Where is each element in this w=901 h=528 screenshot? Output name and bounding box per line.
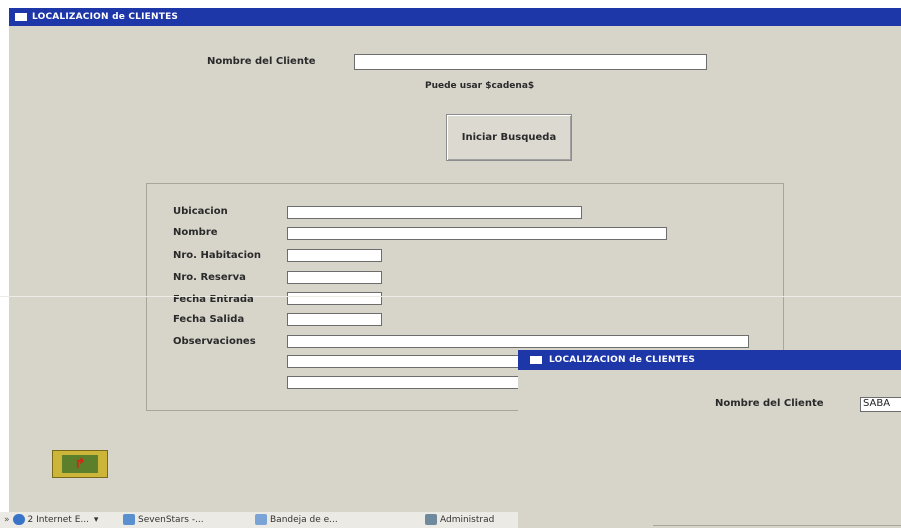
- client-name-input[interactable]: [354, 54, 707, 70]
- observaciones-label: Observaciones: [173, 336, 256, 347]
- observaciones-line-1[interactable]: [287, 335, 749, 348]
- ubicacion-field[interactable]: [287, 206, 582, 219]
- nro-reserva-label: Nro. Reserva: [173, 272, 246, 283]
- overlay-client-name-input[interactable]: SABA: [860, 397, 901, 412]
- taskbar-item-internet-explorer[interactable]: » 2 Internet E... ▾: [4, 513, 98, 527]
- overlay-titlebar: LOCALIZACION de CLIENTES: [518, 350, 901, 370]
- nro-reserva-field[interactable]: [287, 271, 382, 284]
- divider-line: [0, 296, 901, 297]
- search-hint: Puede usar $cadena$: [425, 81, 535, 91]
- nombre-field[interactable]: [287, 227, 667, 240]
- nro-habitacion-field[interactable]: [287, 249, 382, 262]
- overlay-window: LOCALIZACION de CLIENTES Nombre del Clie…: [518, 350, 901, 528]
- admin-icon: [425, 514, 437, 525]
- taskbar-item-sevenstars[interactable]: SevenStars -...: [123, 513, 204, 527]
- main-titlebar: LOCALIZACION de CLIENTES: [9, 8, 901, 26]
- fecha-salida-label: Fecha Salida: [173, 314, 245, 325]
- taskbar: » 2 Internet E... ▾ SevenStars -... Bande…: [0, 512, 518, 528]
- exit-button[interactable]: ↱: [52, 450, 108, 478]
- start-search-button[interactable]: Iniciar Busqueda: [446, 114, 572, 161]
- fecha-salida-field[interactable]: [287, 313, 382, 326]
- exit-door-icon: ↱: [62, 455, 98, 473]
- overlay-panel-edge: [653, 525, 901, 526]
- taskbar-item-administrador[interactable]: Administrad: [425, 513, 494, 527]
- client-name-label: Nombre del Cliente: [207, 56, 316, 67]
- nro-habitacion-label: Nro. Habitacion: [173, 250, 262, 261]
- main-window-title: LOCALIZACION de CLIENTES: [32, 12, 179, 22]
- taskbar-item-bandeja[interactable]: Bandeja de e...: [255, 513, 338, 527]
- app-window-icon: [123, 514, 135, 525]
- nombre-label: Nombre: [173, 227, 218, 238]
- window-icon: [15, 13, 27, 21]
- overlay-window-title: LOCALIZACION de CLIENTES: [549, 355, 696, 365]
- mail-icon: [255, 514, 267, 525]
- ubicacion-label: Ubicacion: [173, 206, 228, 217]
- fecha-entrada-field[interactable]: [287, 292, 382, 305]
- overlay-window-icon: [530, 356, 542, 364]
- ie-icon: [12, 514, 25, 525]
- overlay-client-name-label: Nombre del Cliente: [715, 398, 824, 409]
